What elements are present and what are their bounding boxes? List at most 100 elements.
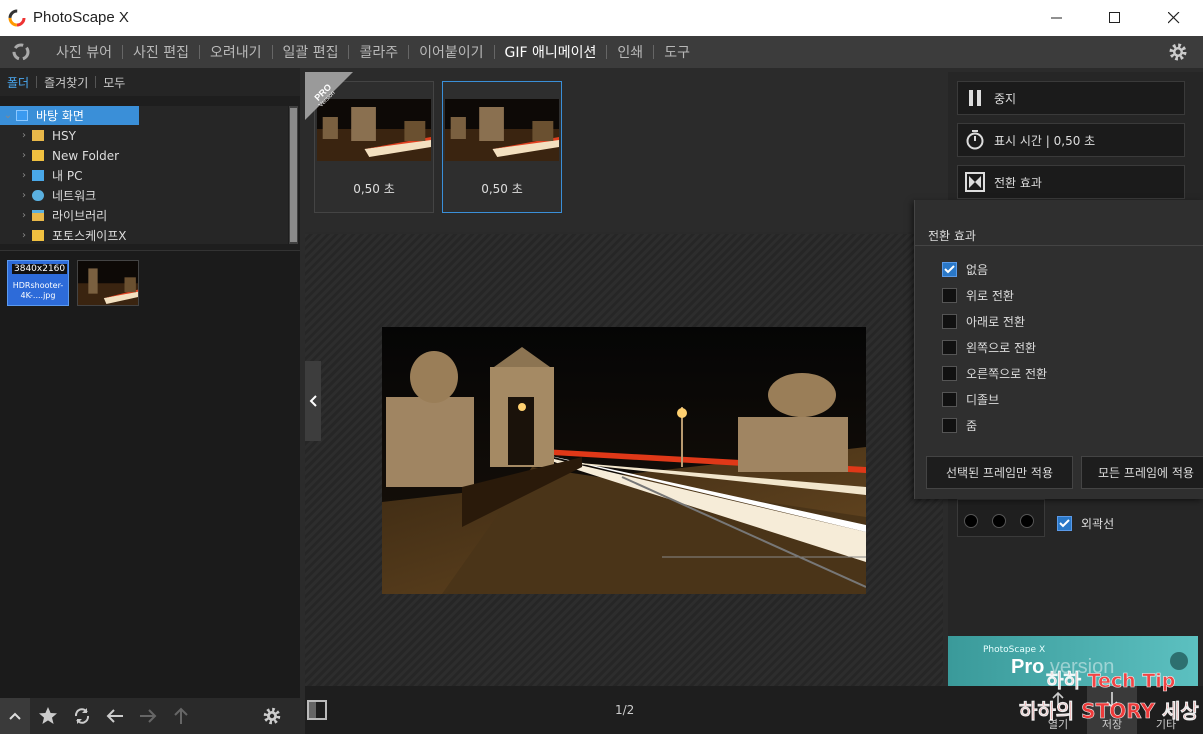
transition-option-label: 오른쪽으로 전환 — [966, 366, 1048, 381]
circle-option-icon[interactable] — [1020, 514, 1034, 528]
bridge-thumbnail — [78, 261, 138, 305]
minimize-button[interactable] — [1028, 0, 1086, 36]
menu-item[interactable]: GIF 애니메이션 — [495, 42, 607, 62]
checkbox-checked-icon[interactable] — [1057, 516, 1072, 531]
thumbnail-image[interactable] — [77, 260, 139, 306]
title-bar: PhotoScape X — [0, 0, 1203, 36]
shape-options — [957, 499, 1045, 537]
frame-strip: 0,50 초 0,50 초 PRO Version — [305, 72, 943, 232]
network-icon — [32, 190, 44, 201]
display-time-button[interactable]: 표시 시간 | 0,50 초 — [957, 123, 1185, 157]
maximize-button[interactable] — [1086, 0, 1144, 36]
expand-caret-icon[interactable]: › — [16, 150, 32, 161]
settings-gear-icon[interactable] — [1167, 41, 1189, 63]
arrow-up-icon[interactable] — [171, 706, 191, 726]
tab-all[interactable]: 모두 — [103, 74, 125, 91]
transition-option[interactable]: 위로 전환 — [942, 286, 1014, 304]
checkbox-icon[interactable] — [942, 417, 957, 433]
checkbox-icon[interactable] — [942, 365, 957, 381]
tree-item-label: 바탕 화면 — [36, 109, 84, 123]
transition-option[interactable]: 줌 — [942, 416, 977, 434]
tree-item-new-folder[interactable]: › New Folder — [0, 146, 119, 165]
collapse-frames-button[interactable] — [305, 361, 321, 441]
menu-item[interactable]: 일괄 편집 — [273, 42, 349, 62]
library-icon — [32, 210, 44, 221]
tab-folder[interactable]: 폴더 — [7, 74, 29, 91]
checkbox-icon[interactable] — [942, 313, 957, 329]
menu-items: 사진 뷰어 사진 편집 오려내기 일괄 편집 콜라주 이어붙이기 GIF 애니메이션 인쇄 도구 — [46, 36, 700, 68]
arrow-left-icon[interactable] — [105, 706, 125, 726]
transition-option[interactable]: 없음 — [942, 260, 988, 278]
collapse-up-button[interactable] — [0, 698, 30, 734]
file-browser-panel: 폴더 즐겨찾기 모두 ⌄ 바탕 화면 › HSY › New Folder › … — [0, 68, 300, 698]
transition-option-label: 줌 — [966, 418, 978, 433]
photoscape-logo-icon — [8, 9, 26, 27]
menu-item[interactable]: 인쇄 — [607, 42, 653, 62]
transition-option[interactable]: 디졸브 — [942, 390, 999, 408]
outline-checkbox[interactable]: 외곽선 — [1057, 515, 1114, 532]
circle-option-icon[interactable] — [964, 514, 978, 528]
frame-view-toggle-icon[interactable] — [307, 700, 327, 720]
promo-small-text: PhotoScape X — [983, 645, 1046, 655]
tree-item-network[interactable]: › 네트워크 — [0, 186, 96, 205]
transition-option[interactable]: 아래로 전환 — [942, 312, 1025, 330]
outline-label: 외곽선 — [1081, 517, 1115, 531]
transition-option[interactable]: 왼쪽으로 전환 — [942, 338, 1036, 356]
transition-option[interactable]: 오른쪽으로 전환 — [942, 364, 1047, 382]
pro-version-badge: PRO Version — [305, 72, 353, 120]
apply-all-frames-button[interactable]: 모든 프레임에 적용 — [1081, 456, 1203, 489]
expand-caret-icon[interactable]: › — [16, 190, 32, 201]
window-title: PhotoScape X — [33, 9, 129, 26]
stopwatch-icon — [964, 129, 986, 151]
minimize-icon — [1051, 17, 1062, 19]
tab-favorites[interactable]: 즐겨찾기 — [44, 74, 88, 91]
watermark-line2: 하하의 STORY 세상 — [1019, 699, 1199, 724]
center-status-bar: 1/2 — [305, 686, 943, 734]
transition-effect-button[interactable]: 전환 효과 — [957, 165, 1185, 199]
checkbox-checked-icon[interactable] — [942, 261, 957, 277]
tree-item-desktop[interactable]: ⌄ 바탕 화면 — [0, 106, 139, 125]
menu-item[interactable]: 사진 편집 — [123, 42, 199, 62]
user-folder-icon — [32, 130, 44, 141]
expand-caret-icon[interactable]: ⌄ — [0, 110, 16, 121]
menu-item[interactable]: 오려내기 — [200, 42, 272, 62]
menu-item[interactable]: 도구 — [654, 42, 700, 62]
popup-title: 전환 효과 — [928, 229, 976, 243]
menu-item[interactable]: 콜라주 — [349, 42, 408, 62]
folder-tree: ⌄ 바탕 화면 › HSY › New Folder › 내 PC › 네트워크… — [0, 106, 288, 244]
tree-item-photoscapex[interactable]: › 포토스케이프X — [0, 226, 126, 245]
frame-item-selected[interactable]: 0,50 초 — [442, 81, 562, 213]
transition-option-label: 디졸브 — [966, 392, 1000, 407]
menu-item[interactable]: 사진 뷰어 — [46, 42, 122, 62]
transition-effect-popup: 전환 효과 없음위로 전환아래로 전환왼쪽으로 전환오른쪽으로 전환디졸브줌 선… — [914, 200, 1203, 499]
tree-item-label: HSY — [52, 128, 76, 143]
stop-button[interactable]: 중지 — [957, 81, 1185, 115]
checkbox-icon[interactable] — [942, 287, 957, 303]
close-button[interactable] — [1145, 0, 1203, 36]
folder-icon — [32, 230, 44, 241]
apply-selected-frames-button[interactable]: 선택된 프레임만 적용 — [926, 456, 1073, 489]
expand-caret-icon[interactable]: › — [16, 130, 32, 141]
expand-caret-icon[interactable]: › — [16, 210, 32, 221]
tree-item-hsy[interactable]: › HSY — [0, 126, 76, 145]
tree-item-library[interactable]: › 라이브러리 — [0, 206, 107, 225]
rotate-icon[interactable] — [72, 706, 92, 726]
tree-scrollbar[interactable] — [289, 106, 298, 244]
checkbox-icon[interactable] — [942, 391, 957, 407]
chevron-up-icon — [9, 712, 21, 720]
arrow-right-icon[interactable] — [138, 706, 158, 726]
thumbnail-selected[interactable]: 3840x2160 HDRshooter-4K-....jpg — [7, 260, 69, 306]
star-icon[interactable] — [38, 706, 58, 726]
menu-item[interactable]: 이어붙이기 — [409, 42, 493, 62]
expand-caret-icon[interactable]: › — [16, 230, 32, 241]
app-menu-icon[interactable] — [10, 42, 32, 62]
expand-caret-icon[interactable]: › — [16, 170, 32, 181]
circle-option-icon[interactable] — [992, 514, 1006, 528]
preview-canvas — [305, 234, 943, 686]
gear-icon[interactable] — [262, 706, 282, 726]
checkbox-icon[interactable] — [942, 339, 957, 355]
page-indicator: 1/2 — [615, 703, 635, 717]
tree-item-this-pc[interactable]: › 내 PC — [0, 166, 82, 185]
transition-option-label: 위로 전환 — [966, 288, 1014, 303]
tree-item-label: 내 PC — [52, 169, 83, 183]
